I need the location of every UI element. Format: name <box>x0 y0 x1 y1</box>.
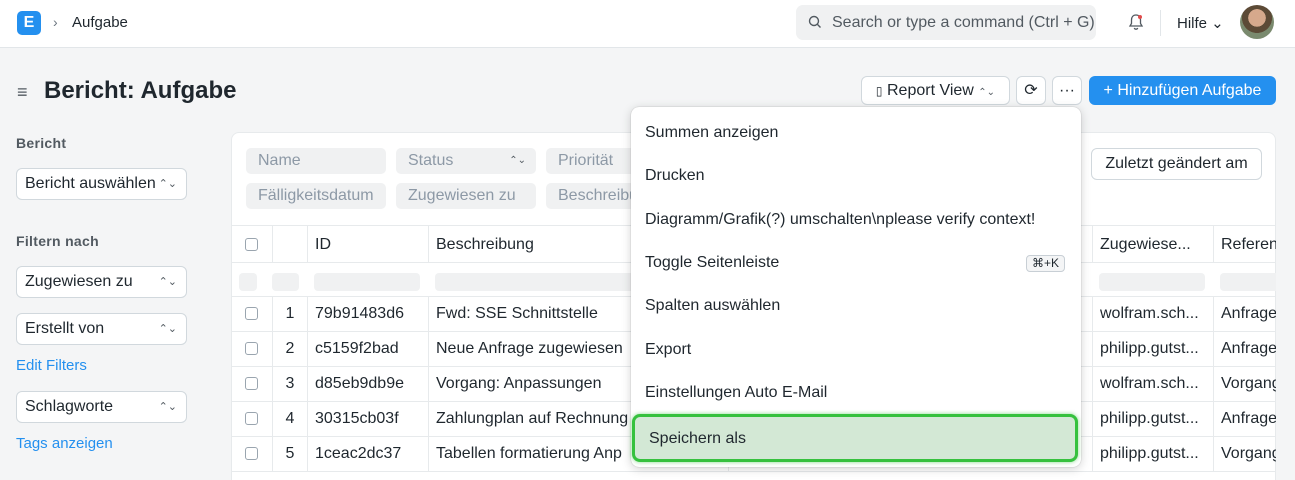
menu-item-save-as[interactable]: Speichern als <box>632 414 1078 462</box>
assigned-filter-input[interactable]: Zugewiesen zu <box>396 183 536 209</box>
chevron-updown-icon: ⌃⌄ <box>158 178 177 190</box>
cell-id[interactable]: 1ceac2dc37 <box>307 437 428 471</box>
cell-id[interactable]: 79b91483d6 <box>307 297 428 331</box>
cell-id[interactable]: d85eb9db9e <box>307 367 428 401</box>
report-select-value: Bericht auswählen <box>25 175 156 192</box>
cell-assigned: wolfram.sch... <box>1092 297 1213 331</box>
avatar[interactable] <box>1240 5 1274 39</box>
menu-item-show-totals[interactable]: Summen anzeigen <box>631 115 1081 151</box>
filter-placeholder[interactable] <box>239 273 257 291</box>
search-input[interactable]: Search or type a command (Ctrl + G) <box>796 5 1096 40</box>
priority-filter-select[interactable]: Priorität <box>546 148 636 174</box>
refresh-button[interactable]: ⟳ <box>1016 76 1046 105</box>
cell-reference: Vorgang <box>1213 367 1276 401</box>
column-header-id[interactable]: ID <box>307 226 428 262</box>
chevron-updown-icon: ⌃⌄ <box>158 323 177 335</box>
row-number: 2 <box>272 332 307 366</box>
sort-button[interactable]: Zuletzt geändert am <box>1091 148 1262 180</box>
filter-placeholder[interactable] <box>1220 273 1276 291</box>
assigned-to-filter-label: Zugewiesen zu <box>25 273 133 290</box>
status-filter-select[interactable]: Status ⌃⌄ <box>396 148 536 174</box>
row-checkbox[interactable] <box>231 332 272 366</box>
report-label: Bericht <box>16 135 67 151</box>
help-dropdown[interactable]: Hilfe ⌄ <box>1177 14 1224 32</box>
description-filter-input[interactable]: Beschreibung <box>546 183 636 209</box>
more-options-button[interactable]: ··· <box>1052 76 1082 105</box>
row-checkbox[interactable] <box>231 367 272 401</box>
file-icon: ▯ <box>875 84 883 98</box>
sidebar-toggle-icon[interactable]: ≡ <box>17 82 28 103</box>
more-options-menu: Summen anzeigen Drucken Diagramm/Grafik(… <box>631 107 1081 467</box>
chevron-updown-icon: ⌃⌄ <box>158 276 177 288</box>
divider <box>1160 10 1161 36</box>
show-tags-link[interactable]: Tags anzeigen <box>16 435 113 452</box>
created-by-filter[interactable]: Erstellt von ⌃⌄ <box>16 313 187 345</box>
app-logo[interactable]: E <box>17 11 41 35</box>
keyboard-shortcut-badge: ⌘+K <box>1025 255 1065 272</box>
filter-placeholder[interactable] <box>1099 273 1205 291</box>
row-checkbox[interactable] <box>231 297 272 331</box>
assigned-to-filter[interactable]: Zugewiesen zu ⌃⌄ <box>16 266 187 298</box>
filter-placeholder[interactable] <box>435 273 635 291</box>
menu-item-auto-email[interactable]: Einstellungen Auto E-Mail <box>631 375 1081 411</box>
breadcrumb[interactable]: Aufgabe <box>72 14 128 31</box>
row-number: 3 <box>272 367 307 401</box>
row-number-header <box>272 226 307 262</box>
menu-item-pick-columns[interactable]: Spalten auswählen <box>631 288 1081 324</box>
cell-id[interactable]: 30315cb03f <box>307 402 428 436</box>
cell-id[interactable]: c5159f2bad <box>307 332 428 366</box>
row-number: 5 <box>272 437 307 471</box>
tags-filter[interactable]: Schlagworte ⌃⌄ <box>16 391 187 423</box>
cell-reference: Vorgang <box>1213 437 1276 471</box>
cell-reference: Anfrage <box>1213 332 1276 366</box>
report-view-label: Report View <box>886 82 974 99</box>
edit-filters-link[interactable]: Edit Filters <box>16 357 87 374</box>
row-checkbox[interactable] <box>231 437 272 471</box>
report-view-button[interactable]: ▯ Report View ⌃⌄ <box>861 76 1010 105</box>
menu-item-toggle-sidebar[interactable]: Toggle Seitenleiste ⌘+K <box>631 245 1081 281</box>
filter-placeholder[interactable] <box>314 273 420 291</box>
search-placeholder: Search or type a command (Ctrl + G) <box>832 14 1095 31</box>
column-header-assigned[interactable]: Zugewiese... <box>1092 226 1213 262</box>
top-navbar: E › Aufgabe Search or type a command (Ct… <box>0 0 1295 48</box>
cell-reference: Anfrage <box>1213 297 1276 331</box>
cell-reference: Anfrage <box>1213 402 1276 436</box>
due-date-filter-input[interactable]: Fälligkeitsdatum <box>246 183 386 209</box>
page-title: Bericht: Aufgabe <box>44 77 237 104</box>
status-filter-label: Status <box>408 152 454 169</box>
row-checkbox[interactable] <box>231 402 272 436</box>
menu-item-label: Toggle Seitenleiste <box>645 254 780 271</box>
filter-placeholder[interactable] <box>272 273 299 291</box>
menu-item-toggle-chart[interactable]: Diagramm/Grafik(?) umschalten\nplease ve… <box>631 202 1081 238</box>
name-filter-input[interactable]: Name <box>246 148 386 174</box>
select-all-checkbox[interactable] <box>231 226 272 262</box>
row-number: 4 <box>272 402 307 436</box>
menu-item-export[interactable]: Export <box>631 332 1081 368</box>
chevron-updown-icon: ⌃⌄ <box>509 155 526 166</box>
cell-assigned: philipp.gutst... <box>1092 437 1213 471</box>
cell-assigned: philipp.gutst... <box>1092 402 1213 436</box>
report-select[interactable]: Bericht auswählen ⌃⌄ <box>16 168 187 200</box>
column-header-reference[interactable]: Referen <box>1213 226 1276 262</box>
created-by-filter-label: Erstellt von <box>25 320 105 337</box>
chevron-updown-icon: ⌃⌄ <box>978 87 996 98</box>
filter-by-label: Filtern nach <box>16 233 99 249</box>
row-number: 1 <box>272 297 307 331</box>
bell-icon[interactable] <box>1126 12 1146 32</box>
tags-filter-label: Schlagworte <box>25 398 114 415</box>
add-task-button[interactable]: + Hinzufügen Aufgabe <box>1089 76 1276 105</box>
chevron-right-icon: › <box>53 14 58 30</box>
cell-assigned: wolfram.sch... <box>1092 367 1213 401</box>
search-icon <box>808 15 821 28</box>
cell-assigned: philipp.gutst... <box>1092 332 1213 366</box>
menu-item-print[interactable]: Drucken <box>631 158 1081 194</box>
chevron-updown-icon: ⌃⌄ <box>158 401 177 413</box>
